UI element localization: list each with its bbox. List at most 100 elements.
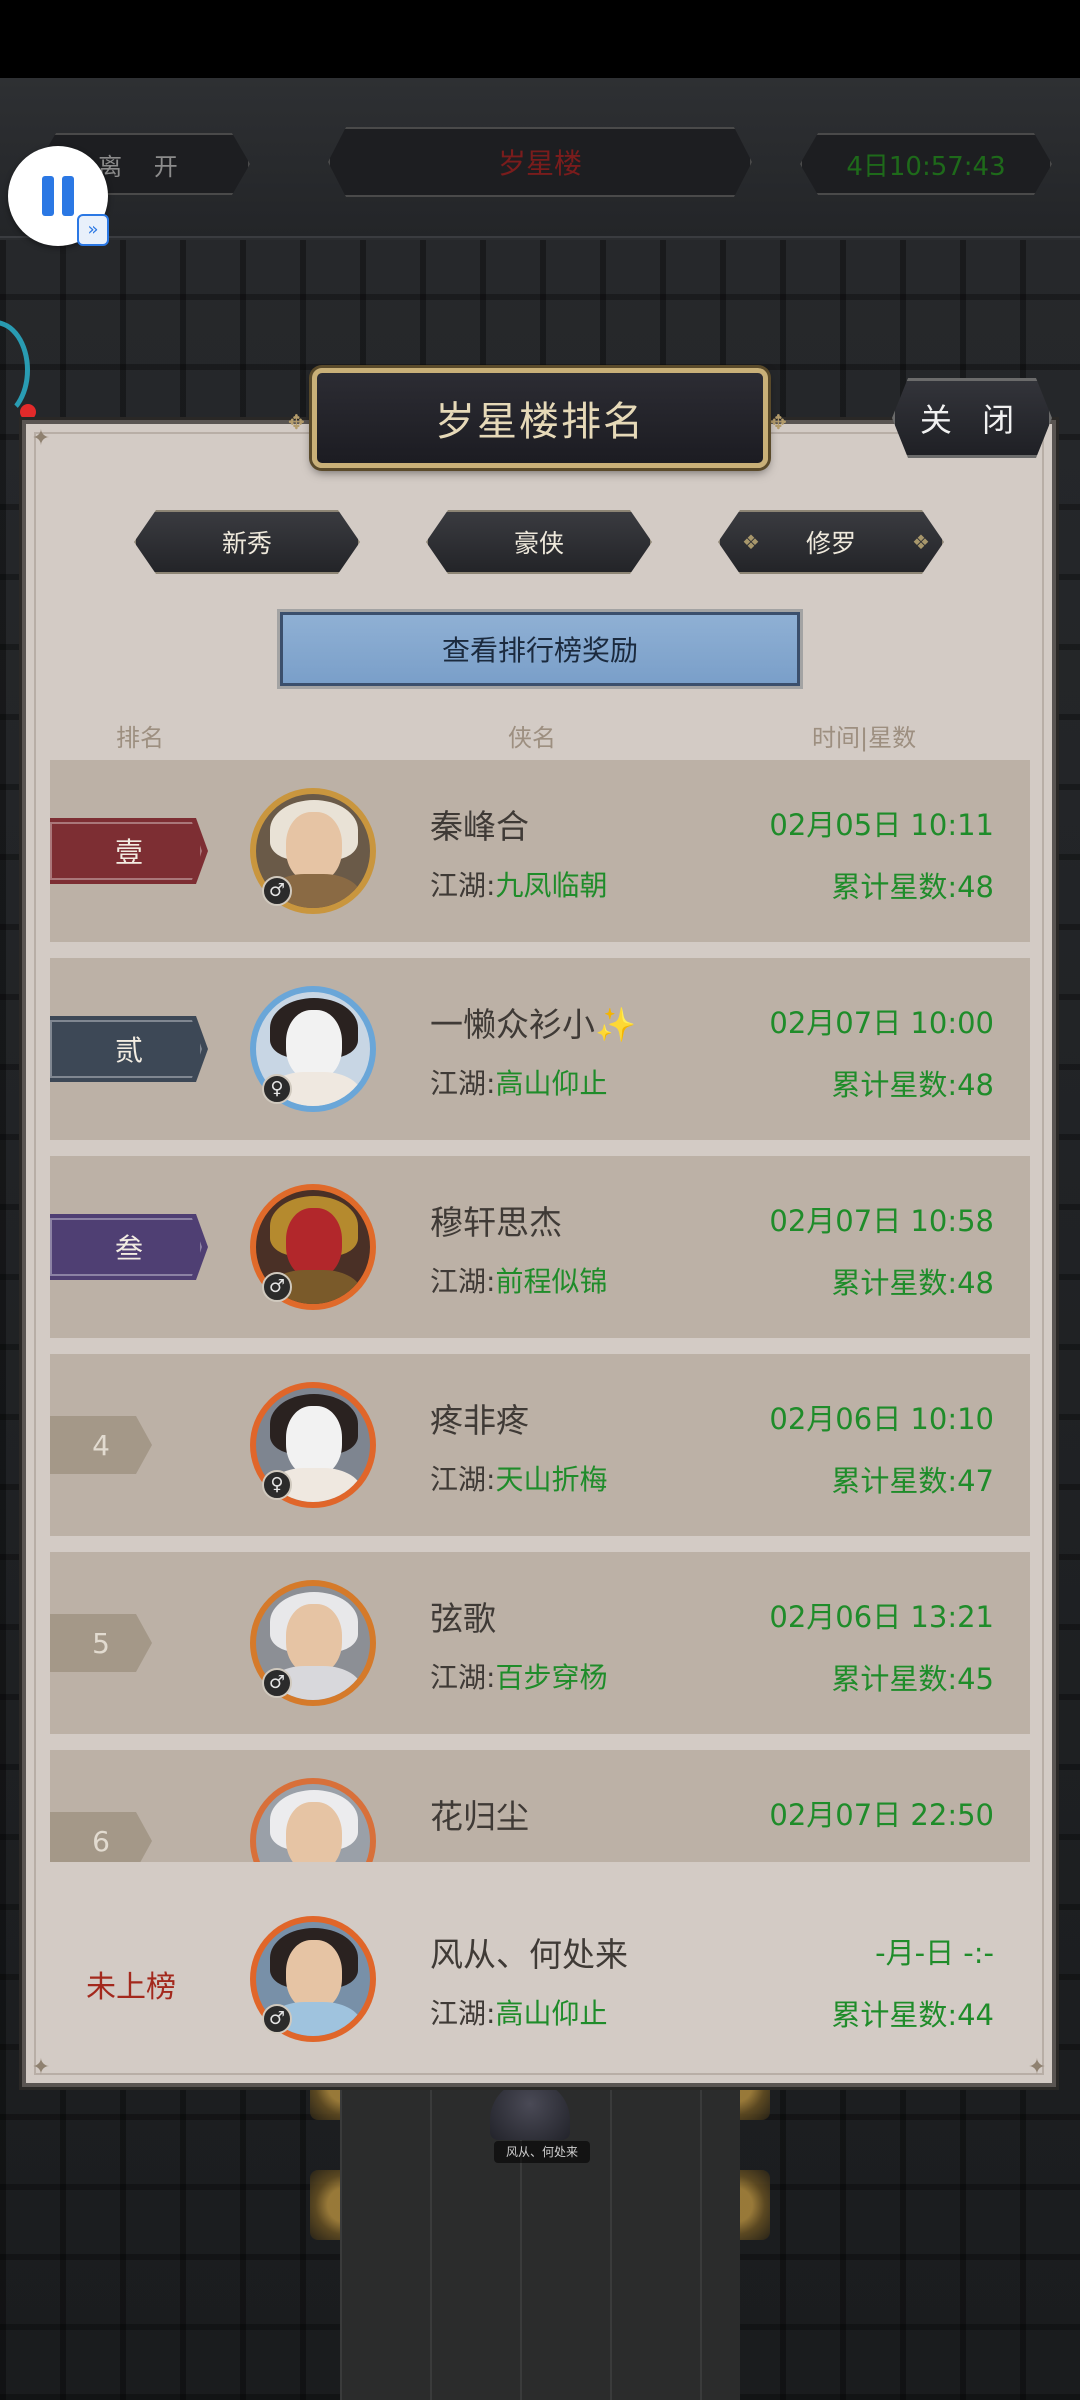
player-jianghu: 江湖:九凤临朝 [430,864,607,904]
rank-badge: 壹 [50,818,208,884]
rank-badge: 叁 [50,1214,208,1280]
my-record-time: -月-日 -:- [875,1936,994,1970]
column-header-time-stars: 时间|星数 [812,724,917,752]
stars-value: 44 [957,1998,994,2032]
stars-label: 累计星数: [831,1662,958,1696]
stars-label: 累计星数: [831,1464,958,1498]
jianghu-label: 江湖: [430,1463,496,1496]
ranking-row[interactable]: 贰 ♀ 一懒众衫小✨ 江湖:高山仰止 02月07日 10:00 累计星数:48 [50,958,1030,1140]
tab-hero[interactable]: 豪侠 [426,510,652,574]
avatar-face [286,1940,342,2010]
jianghu-label: 江湖: [430,869,496,902]
my-total-stars: 累计星数:44 [831,1992,994,2034]
player-name: 一懒众衫小✨ [430,1005,637,1044]
my-name: 风从、何处来 [430,1935,628,1974]
jianghu-label: 江湖: [430,1265,496,1298]
jianghu-value: 高山仰止 [495,1997,608,2030]
fast-forward-icon[interactable]: » [77,214,109,246]
player-name: 弦歌 [430,1599,496,1638]
jianghu-value: 高山仰止 [495,1067,608,1100]
rank-number: 5 [50,1614,152,1672]
player-jianghu: 江湖:高山仰止 [430,1062,607,1102]
panel-title: 岁星楼排名 [312,368,768,468]
countdown-timer: 4日10:57:43 [800,133,1052,195]
player-character-label: 风从、何处来 [494,2141,590,2163]
ranking-row[interactable]: 4 ♀ 疼非疼 江湖:天山折梅 02月06日 10:10 累计星数:47 [50,1354,1030,1536]
record-time: 02月05日 10:11 [769,808,994,842]
rank-badge: 贰 [50,1016,208,1082]
player-name: 疼非疼 [430,1401,529,1440]
player-avatar[interactable] [250,1778,376,1862]
column-header-name: 侠名 [508,724,556,752]
male-icon: ♂ [262,1668,292,1698]
jianghu-value: 九凤临朝 [495,869,608,902]
jianghu-value: 前程似锦 [495,1265,608,1298]
recording-indicator-dot [20,404,36,420]
tab-ornament-icon: ❖ [912,530,930,554]
stars-label: 累计星数: [831,1998,958,2032]
rank-number: 6 [50,1812,152,1862]
player-name: 穆轩思杰 [430,1203,562,1242]
jianghu-label: 江湖: [430,1661,496,1694]
total-stars: 累计星数:48 [831,864,994,906]
male-icon: ♂ [262,876,292,906]
ranking-row[interactable]: 5 ♂ 弦歌 江湖:百步穿杨 02月06日 13:21 累计星数:45 [50,1552,1030,1734]
avatar-face [286,1604,342,1674]
record-time: 02月07日 10:00 [769,1006,994,1040]
player-jianghu: 江湖:天山折梅 [430,1458,607,1498]
jianghu-label: 江湖: [430,1997,496,2030]
title-ornament-icon: ✥ [288,410,305,434]
unranked-status: 未上榜 [86,1970,176,2005]
ranking-row[interactable]: 6 花归尘 02月07日 22:50 [50,1750,1030,1862]
stars-value: 48 [957,1266,994,1300]
record-time: 02月06日 13:21 [769,1600,994,1634]
game-screen: 风从、何处来 离 开 岁星楼 4日10:57:43 » ✦ ✦ ✦ ✦ ✥ ✥ … [0,0,1080,2400]
rank-number: 4 [50,1416,152,1474]
player-jianghu: 江湖:前程似锦 [430,1260,607,1300]
stars-value: 48 [957,870,994,904]
ranking-row[interactable]: 叁 ♂ 穆轩思杰 江湖:前程似锦 02月07日 10:58 累计星数:48 [50,1156,1030,1338]
jianghu-value: 百步穿杨 [495,1661,608,1694]
player-jianghu: 江湖:百步穿杨 [430,1656,607,1696]
ranking-row[interactable]: 壹 ♂ 秦峰合 江湖:九凤临朝 02月05日 10:11 累计星数:48 [50,760,1030,942]
player-name: 花归尘 [430,1797,529,1836]
avatar-mask [286,1010,342,1080]
jianghu-label: 江湖: [430,1067,496,1100]
avatar-face [286,812,342,882]
player-name: 秦峰合 [430,807,529,846]
location-title: 岁星楼 [328,127,752,197]
title-ornament-icon: ✥ [770,410,787,434]
male-icon: ♂ [262,2004,292,2034]
stars-label: 累计星数: [831,1068,958,1102]
avatar-face [286,1802,342,1862]
jianghu-value: 天山折梅 [495,1463,608,1496]
male-icon: ♂ [262,1272,292,1302]
female-icon: ♀ [262,1074,292,1104]
record-time: 02月06日 10:10 [769,1402,994,1436]
stars-value: 48 [957,1068,994,1102]
female-icon: ♀ [262,1470,292,1500]
stars-value: 45 [957,1662,994,1696]
view-rewards-button[interactable]: 查看排行榜奖励 [277,609,803,689]
total-stars: 累计星数:47 [831,1458,994,1500]
total-stars: 累计星数:45 [831,1656,994,1698]
my-ranking-row: 未上榜 ♂ 风从、何处来 江湖:高山仰止 -月-日 -:- 累计星数:44 [50,1888,1030,2070]
tab-newcomer[interactable]: 新秀 [134,510,360,574]
pause-icon [62,176,74,216]
stars-value: 47 [957,1464,994,1498]
stars-label: 累计星数: [831,870,958,904]
total-stars: 累计星数:48 [831,1260,994,1302]
corner-ornament-icon: ✦ [31,426,51,451]
tab-ornament-icon: ❖ [742,530,760,554]
total-stars: 累计星数:48 [831,1062,994,1104]
record-time: 02月07日 22:50 [769,1798,994,1832]
pause-icon [42,176,54,216]
avatar-mask [286,1208,342,1278]
stars-label: 累计星数: [831,1266,958,1300]
avatar-mask [286,1406,342,1476]
close-button[interactable]: 关 闭 [892,378,1052,458]
record-time: 02月07日 10:58 [769,1204,994,1238]
my-jianghu: 江湖:高山仰止 [430,1992,607,2032]
column-header-rank: 排名 [116,724,164,752]
ranking-list[interactable]: 壹 ♂ 秦峰合 江湖:九凤临朝 02月05日 10:11 累计星数:48 贰 ♀… [50,760,1030,1862]
